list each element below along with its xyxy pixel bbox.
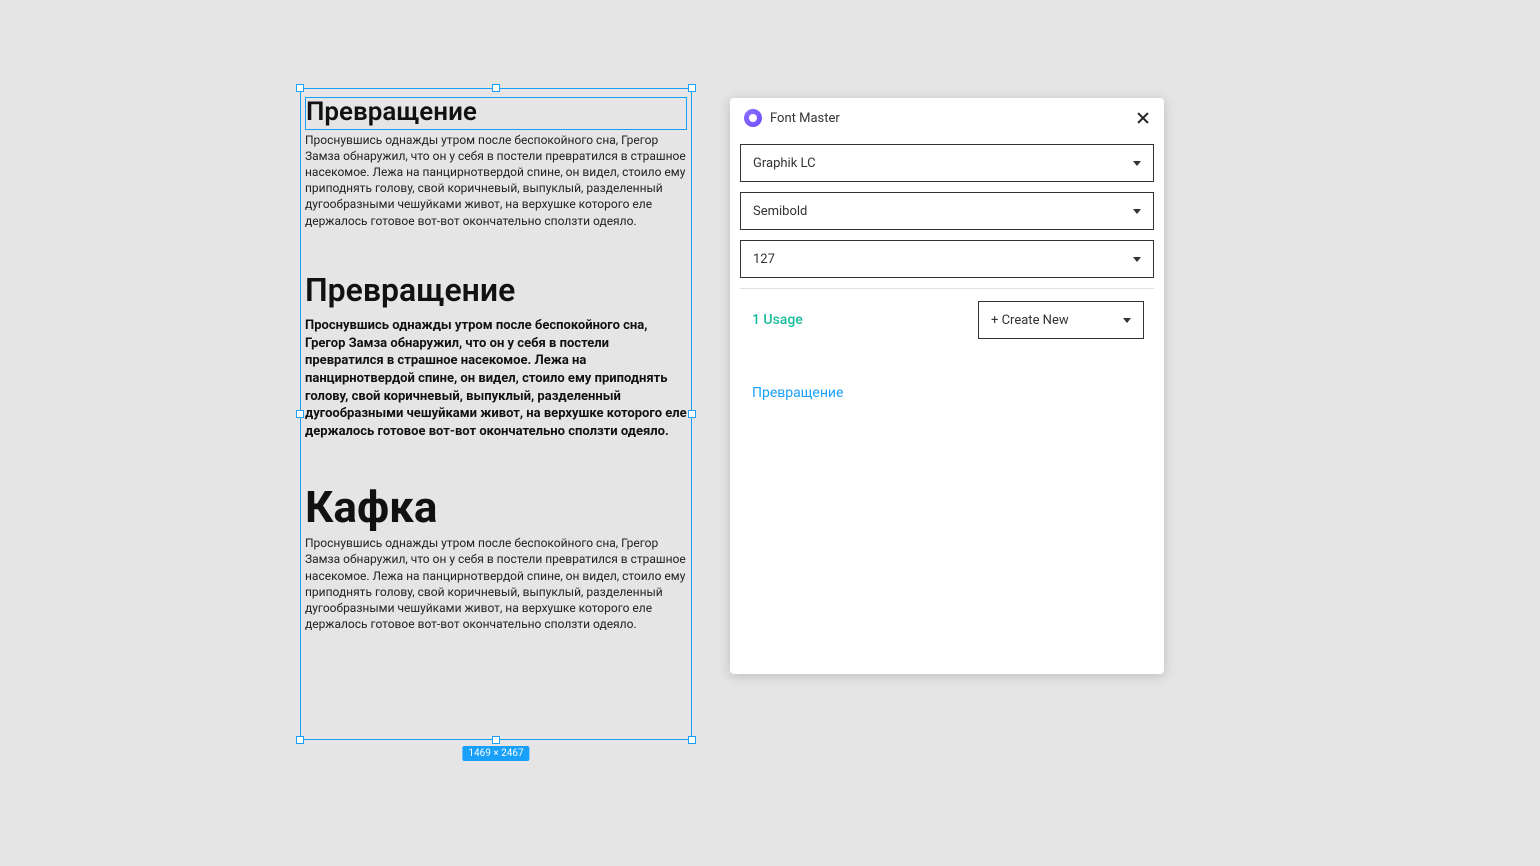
resize-handle-tl[interactable] <box>296 84 304 92</box>
body-text-1[interactable]: Проснувшись однажды утром после беспокой… <box>305 132 687 229</box>
usage-row: 1 Usage + Create New <box>740 301 1154 339</box>
font-size-value: 127 <box>753 252 1133 267</box>
heading-2[interactable]: Превращение <box>305 274 687 308</box>
usage-count-label: 1 Usage <box>752 312 803 328</box>
font-family-value: Graphik LC <box>753 156 1133 171</box>
create-new-label: + Create New <box>991 313 1123 328</box>
resize-handle-bm[interactable] <box>492 736 500 744</box>
dimension-badge: 1469 × 2467 <box>462 746 529 761</box>
body-text-3[interactable]: Проснувшись однажды утром после беспокой… <box>305 535 687 632</box>
caret-down-icon <box>1123 318 1131 323</box>
divider <box>740 288 1154 289</box>
resize-handle-ml[interactable] <box>296 410 304 418</box>
create-new-select[interactable]: + Create New <box>978 301 1144 339</box>
resize-handle-tm[interactable] <box>492 84 500 92</box>
font-weight-value: Semibold <box>753 204 1133 219</box>
plugin-logo-icon <box>744 109 762 127</box>
usage-item-link[interactable]: Превращение <box>740 369 1154 417</box>
panel-body: Graphik LC Semibold 127 1 Usage + Create… <box>730 138 1164 427</box>
selected-frame[interactable]: Превращение Проснувшись однажды утром по… <box>300 88 692 740</box>
resize-handle-tr[interactable] <box>688 84 696 92</box>
resize-handle-mr[interactable] <box>688 410 696 418</box>
resize-handle-br[interactable] <box>688 736 696 744</box>
caret-down-icon <box>1133 257 1141 262</box>
panel-header: Font Master <box>730 98 1164 138</box>
font-family-select[interactable]: Graphik LC <box>740 144 1154 182</box>
caret-down-icon <box>1133 161 1141 166</box>
panel-title: Font Master <box>770 111 1136 126</box>
resize-handle-bl[interactable] <box>296 736 304 744</box>
heading-3[interactable]: Кафка <box>305 485 687 529</box>
selected-text-heading[interactable]: Превращение <box>305 97 687 130</box>
close-icon[interactable] <box>1136 111 1150 125</box>
font-size-select[interactable]: 127 <box>740 240 1154 278</box>
font-master-panel: Font Master Graphik LC Semibold 127 1 Us… <box>730 98 1164 674</box>
body-text-2[interactable]: Проснувшись однажды утром после беспокой… <box>305 317 687 440</box>
font-weight-select[interactable]: Semibold <box>740 192 1154 230</box>
caret-down-icon <box>1133 209 1141 214</box>
